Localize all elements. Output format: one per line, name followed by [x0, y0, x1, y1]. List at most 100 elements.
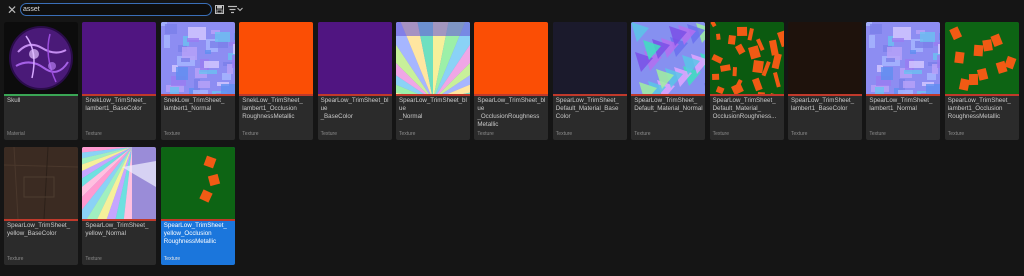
asset-type-label: Material [7, 131, 25, 137]
asset-type-stripe [631, 94, 706, 96]
asset-type-stripe [944, 94, 1019, 96]
search-input[interactable] [23, 4, 203, 15]
asset-name: SpearLow_TrimSheet_ Default_Material_Nor… [634, 97, 703, 112]
asset-name: SnekLow_TrimSheet_ lambert1_BaseColor [85, 97, 147, 112]
asset-thumbnail [4, 22, 78, 94]
asset-tile[interactable]: Skull Material [4, 22, 78, 140]
asset-name: SpearLow_TrimSheet_blue _BaseColor [320, 97, 389, 120]
asset-thumbnail-image [709, 22, 784, 94]
asset-type-label: Texture [163, 256, 181, 262]
chevron-down-icon[interactable] [237, 5, 243, 16]
asset-thumbnail [631, 22, 706, 94]
asset-type-stripe [474, 94, 549, 96]
asset-type-label: Texture [320, 131, 337, 137]
asset-type-stripe [82, 94, 157, 96]
asset-name: Skull [7, 97, 21, 104]
asset-name: SpearLow_TrimSheet_ lambert1_BaseColor [791, 97, 855, 112]
asset-type-stripe [4, 219, 78, 221]
asset-type-label: Texture [242, 131, 259, 137]
asset-thumbnail [709, 22, 784, 94]
asset-tile[interactable]: SpearLow_TrimSheet_blue _OcclusionRoughn… [474, 22, 549, 140]
asset-tile[interactable]: SpearLow_TrimSheet_ yellow_Normal Texture [82, 147, 157, 265]
asset-thumbnail [82, 22, 157, 94]
filter-icon[interactable] [228, 5, 237, 16]
asset-name: SpearLow_TrimSheet_ Default_Material_Bas… [555, 97, 619, 120]
asset-tile[interactable]: SpearLow_TrimSheet_ lambert1_BaseColor Te… [788, 22, 862, 140]
asset-thumbnail [82, 147, 157, 219]
asset-thumbnail [317, 22, 392, 94]
asset-type-label: Texture [791, 131, 808, 137]
asset-thumbnail [396, 22, 470, 94]
asset-type-stripe [239, 94, 314, 96]
asset-name: SpearLow_TrimSheet_ yellow_Occlusion Rou… [163, 222, 227, 245]
asset-tile[interactable]: SpearLow_TrimSheet_ lambert1_Normal Textu… [866, 22, 941, 140]
asset-type-stripe [552, 94, 627, 96]
asset-type-label: Texture [712, 131, 729, 137]
content-browser-toolbar: ✕ [0, 0, 1024, 20]
asset-thumbnail [474, 22, 549, 94]
asset-thumbnail [160, 147, 235, 219]
asset-thumbnail-image [631, 22, 706, 94]
asset-tile[interactable]: SpearLow_TrimSheet_ lambert1_Occlusion R… [944, 22, 1019, 140]
asset-type-stripe [4, 94, 78, 96]
asset-type-stripe [709, 94, 784, 96]
asset-tile[interactable]: SnekLow_TrimSheet_ lambert1_Normal Textur… [160, 22, 235, 140]
asset-name: SpearLow_TrimSheet_ yellow_BaseColor [7, 222, 71, 237]
asset-tile[interactable]: SpearLow_TrimSheet_ Default_Material_Bas… [552, 22, 627, 140]
asset-tile[interactable]: SpearLow_TrimSheet_ Default_Material_ Oc… [709, 22, 784, 140]
asset-tile[interactable]: SpearLow_TrimSheet_blue _Normal Texture [396, 22, 470, 140]
asset-tile[interactable]: SnekLow_TrimSheet_ lambert1_BaseColor Tex… [82, 22, 157, 140]
asset-name: SpearLow_TrimSheet_blue _OcclusionRoughn… [477, 97, 546, 128]
asset-thumbnail-image [82, 147, 157, 219]
asset-thumbnail-image [160, 22, 235, 94]
save-search-icon[interactable] [215, 5, 224, 16]
asset-thumbnail [239, 22, 314, 94]
asset-thumbnail [944, 22, 1019, 94]
asset-tile[interactable]: SpearLow_TrimSheet_ yellow_BaseColor Text… [4, 147, 78, 265]
asset-type-label: Texture [7, 256, 24, 262]
asset-name: SnekLow_TrimSheet_ lambert1_Normal [163, 97, 225, 112]
asset-name: SpearLow_TrimSheet_ lambert1_Normal [869, 97, 933, 112]
asset-thumbnail-image [4, 22, 78, 94]
asset-thumbnail [866, 22, 941, 94]
asset-thumbnail-image [317, 22, 392, 94]
asset-thumbnail-image [474, 22, 549, 94]
asset-name: SpearLow_TrimSheet_ Default_Material_ Oc… [712, 97, 777, 120]
asset-type-label: Texture [163, 131, 181, 137]
asset-thumbnail [552, 22, 627, 94]
asset-tile[interactable]: SpearLow_TrimSheet_blue _BaseColor Textur… [317, 22, 392, 140]
asset-type-label: Texture [869, 131, 886, 137]
asset-thumbnail-image [82, 22, 157, 94]
asset-name: SpearLow_TrimSheet_ lambert1_Occlusion R… [947, 97, 1011, 120]
asset-type-stripe [160, 219, 235, 221]
asset-type-label: Texture [85, 131, 102, 137]
asset-thumbnail [4, 147, 78, 219]
asset-type-stripe [317, 94, 392, 96]
asset-type-label: Texture [634, 131, 651, 137]
asset-thumbnail-image [944, 22, 1019, 94]
asset-name: SnekLow_TrimSheet_ lambert1_Occlusion Ro… [242, 97, 303, 120]
asset-thumbnail-image [788, 22, 862, 94]
asset-type-stripe [866, 94, 941, 96]
asset-type-label: Texture [477, 131, 494, 137]
asset-thumbnail-image [239, 22, 314, 94]
asset-tile[interactable]: SpearLow_TrimSheet_ yellow_Occlusion Rou… [160, 147, 235, 265]
asset-tile[interactable]: SpearLow_TrimSheet_ Default_Material_Nor… [631, 22, 706, 140]
asset-type-stripe [160, 94, 235, 96]
asset-type-label: Texture [399, 131, 416, 137]
asset-thumbnail [160, 22, 235, 94]
search-box[interactable] [20, 3, 212, 16]
asset-type-label: Texture [85, 256, 102, 262]
close-icon[interactable]: ✕ [6, 4, 18, 16]
asset-tile[interactable]: SnekLow_TrimSheet_ lambert1_Occlusion Ro… [239, 22, 314, 140]
asset-type-label: Texture [555, 131, 573, 137]
asset-type-stripe [396, 94, 470, 96]
asset-thumbnail [788, 22, 862, 94]
asset-name: SpearLow_TrimSheet_ yellow_Normal [85, 222, 149, 237]
asset-thumbnail-image [552, 22, 627, 94]
asset-thumbnail-image [160, 147, 235, 219]
asset-thumbnail-image [396, 22, 470, 94]
asset-type-stripe [82, 219, 157, 221]
asset-thumbnail-image [866, 22, 941, 94]
asset-name: SpearLow_TrimSheet_blue _Normal [399, 97, 467, 120]
